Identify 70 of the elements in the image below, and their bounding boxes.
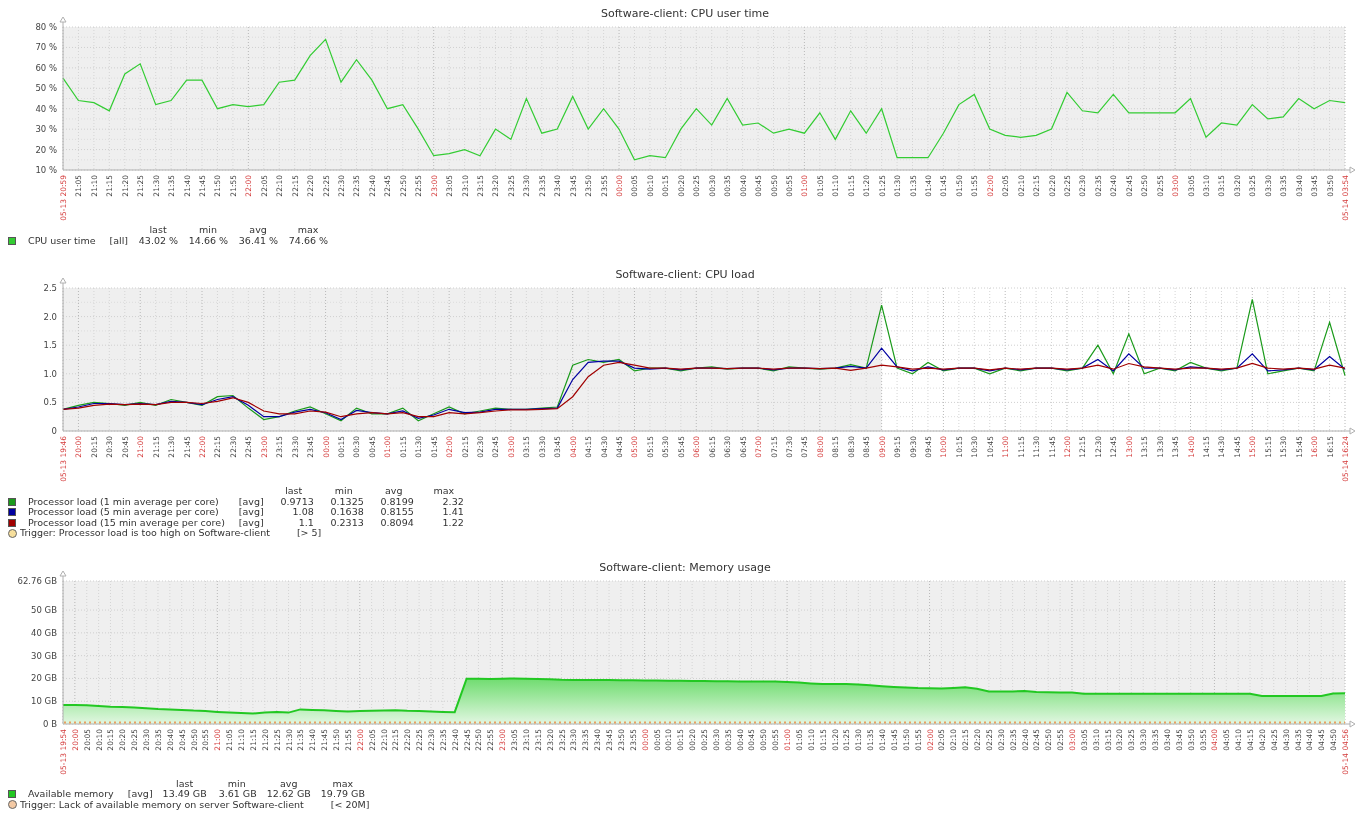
- legend-value: 3.61 GB: [217, 789, 257, 800]
- chart-title: Software-client: Memory usage: [599, 560, 771, 574]
- tick-label: 2.5: [43, 283, 57, 293]
- tick-label: 60 %: [35, 62, 57, 73]
- legend-value: 2.32: [441, 496, 464, 507]
- legend-value: 43.02 %: [138, 235, 179, 246]
- legend-value: 0.8155: [379, 507, 414, 518]
- tick-label: 80 %: [35, 22, 57, 32]
- legend-value: 0.1325: [329, 496, 364, 507]
- column-header: min: [198, 225, 218, 236]
- chart-title: Software-client: CPU load: [615, 268, 755, 281]
- trigger-label: Trigger: Lack of available memory on server Software-client: [20, 799, 304, 810]
- legend-value: 14.66 %: [188, 235, 229, 246]
- tick-label: 0.5: [43, 397, 57, 408]
- trigger-condition: [< 20M]: [330, 799, 370, 810]
- column-header: max: [331, 778, 355, 789]
- aggregation-label: [avg]: [238, 517, 264, 528]
- legend-value: 1.41: [441, 507, 464, 518]
- tick-label: 10 %: [35, 165, 57, 175]
- legend-value: 19.79 GB: [320, 789, 365, 800]
- tick-label: 0: [51, 426, 57, 436]
- trigger-condition: [> 5]: [296, 528, 322, 539]
- legend-value: 0.9713: [279, 496, 314, 507]
- tick-label: 10 GB: [31, 695, 57, 706]
- column-header: avg: [280, 778, 299, 789]
- legend-value: 0.2313: [329, 517, 364, 528]
- tick-label: 1.5: [43, 340, 57, 351]
- tick-label: 40 %: [35, 103, 57, 114]
- column-header: max: [432, 486, 456, 497]
- legend-value: 74.66 %: [288, 235, 329, 246]
- column-header: min: [226, 778, 247, 789]
- tick-label: 20 %: [35, 144, 57, 155]
- tick-label: 40 GB: [31, 627, 57, 638]
- legend-label: Processor load (15 min average per core): [28, 517, 225, 528]
- legend-value: 1.08: [291, 507, 314, 518]
- legend-value: 12.62 GB: [266, 789, 311, 800]
- tick-label: 20 GB: [31, 672, 57, 683]
- column-header: last: [284, 486, 304, 497]
- legend-label: Processor load (1 min average per core): [28, 496, 220, 507]
- legend-value: 1.22: [441, 517, 464, 528]
- trigger-label: Trigger: Processor load is too high on Software-client: [20, 528, 270, 539]
- aggregation-label: [avg]: [237, 507, 264, 518]
- column-header: last: [148, 225, 168, 236]
- column-header: min: [333, 486, 354, 497]
- legend-value: 0.1638: [329, 507, 364, 518]
- legend-value: 0.8094: [379, 517, 414, 528]
- column-header: max: [296, 225, 320, 236]
- tick-label: 30 %: [35, 124, 57, 135]
- column-header: avg: [248, 225, 268, 236]
- legend-label: CPU user time: [28, 235, 96, 246]
- aggregation-label: [all]: [108, 235, 129, 246]
- legend-value: 36.41 %: [238, 235, 279, 246]
- tick-label: 50 %: [35, 83, 57, 94]
- column-header: avg: [384, 486, 404, 497]
- legend-label: Processor load (5 min average per core): [28, 507, 220, 518]
- legend-value: 1.1: [297, 517, 314, 528]
- tick-label: 0 B: [43, 718, 57, 729]
- legend-value: 0.8199: [379, 496, 414, 507]
- column-header: last: [175, 778, 195, 789]
- tick-label: 30 GB: [31, 650, 57, 661]
- aggregation-label: [avg]: [126, 789, 153, 800]
- legend-value: 13.49 GB: [162, 789, 207, 800]
- tick-label: 2.0: [43, 311, 57, 322]
- tick-label: 70 %: [35, 42, 57, 53]
- tick-label: 1.0: [43, 368, 57, 379]
- tick-label: 50 GB: [31, 604, 57, 615]
- tick-label: 62.76 GB: [17, 575, 57, 586]
- legend-label: Available memory: [28, 789, 114, 800]
- aggregation-label: [avg]: [237, 496, 264, 507]
- chart-title: Software-client: CPU user time: [600, 7, 770, 20]
